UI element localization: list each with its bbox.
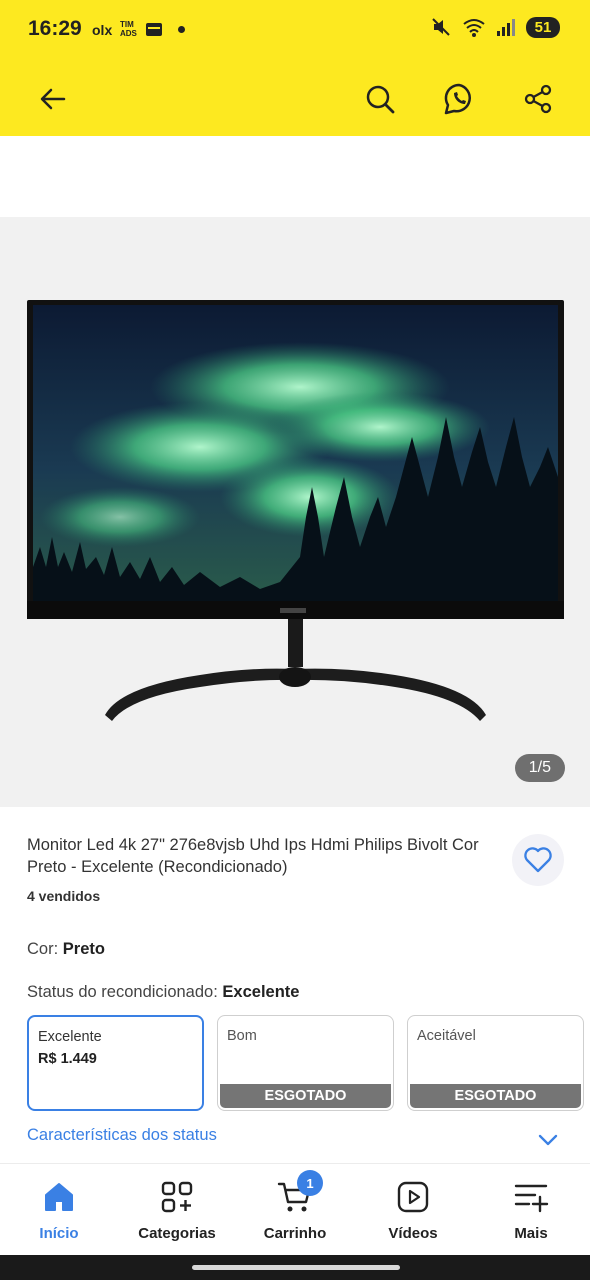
sold-out-badge: ESGOTADO bbox=[410, 1084, 581, 1108]
nav-label: Início bbox=[39, 1225, 79, 1242]
heart-icon bbox=[524, 847, 552, 873]
nav-label: Carrinho bbox=[263, 1225, 327, 1242]
option-bom[interactable]: Bom ESGOTADO bbox=[217, 1015, 394, 1111]
cart-count-badge: 1 bbox=[297, 1170, 323, 1196]
mute-icon bbox=[432, 18, 450, 36]
bottom-navigation: Início Categorias 1 Carrinho Vídeos Mais bbox=[0, 1163, 590, 1255]
option-price: R$ 1.449 bbox=[38, 1051, 97, 1067]
arrow-left-icon bbox=[40, 88, 66, 110]
image-counter: 1/5 bbox=[514, 754, 565, 782]
option-name: Bom bbox=[227, 1028, 257, 1044]
nav-item-inicio[interactable]: Início bbox=[0, 1164, 118, 1256]
battery-indicator: 51 bbox=[526, 16, 560, 38]
status-time: 16:29 bbox=[28, 17, 82, 40]
share-button[interactable] bbox=[516, 77, 560, 121]
monitor-product-image bbox=[27, 300, 564, 721]
wifi-icon bbox=[463, 19, 485, 37]
menu-plus-icon bbox=[514, 1184, 549, 1213]
more-notifications-dot bbox=[178, 26, 185, 33]
color-row: Cor: Preto bbox=[27, 940, 105, 959]
favorite-button[interactable] bbox=[512, 834, 564, 886]
video-icon bbox=[397, 1181, 429, 1213]
share-icon bbox=[524, 84, 552, 114]
home-icon bbox=[45, 1183, 73, 1211]
sold-out-badge: ESGOTADO bbox=[220, 1084, 391, 1108]
search-button[interactable] bbox=[358, 77, 402, 121]
status-characteristics-link[interactable]: Características dos status bbox=[27, 1126, 217, 1145]
option-name: Aceitável bbox=[417, 1028, 476, 1044]
color-label: Cor: bbox=[27, 940, 59, 958]
olx-notification-icon: olx bbox=[92, 22, 113, 38]
nav-item-videos[interactable]: Vídeos bbox=[354, 1164, 472, 1256]
signal-icon bbox=[497, 19, 515, 36]
color-value: Preto bbox=[62, 940, 105, 958]
home-gesture-handle[interactable] bbox=[192, 1265, 400, 1270]
chevron-down-icon[interactable] bbox=[536, 1130, 560, 1150]
carrier-notification-icon: TIM ADS bbox=[120, 20, 137, 38]
nav-label: Mais bbox=[514, 1225, 548, 1242]
product-image-gallery[interactable]: 1/5 bbox=[0, 217, 590, 807]
sold-count: 4 vendidos bbox=[27, 888, 101, 904]
wallet-notification-icon bbox=[146, 23, 162, 36]
refurb-status-value: Excelente bbox=[222, 983, 300, 1001]
nav-label: Vídeos bbox=[388, 1225, 438, 1242]
product-title: Monitor Led 4k 27" 276e8vjsb Uhd Ips Hdm… bbox=[27, 836, 479, 876]
back-button[interactable] bbox=[31, 77, 75, 121]
search-icon bbox=[366, 85, 395, 114]
option-aceitavel[interactable]: Aceitável ESGOTADO bbox=[407, 1015, 584, 1111]
whatsapp-icon bbox=[444, 83, 471, 115]
system-status-icons: 51 bbox=[430, 16, 560, 38]
option-excelente[interactable]: Excelente R$ 1.449 bbox=[27, 1015, 204, 1111]
option-name: Excelente bbox=[38, 1029, 102, 1045]
whatsapp-button[interactable] bbox=[437, 77, 481, 121]
refurb-status-label: Status do recondicionado: bbox=[27, 983, 218, 1001]
nav-item-carrinho[interactable]: 1 Carrinho bbox=[236, 1164, 354, 1256]
nav-label: Categorias bbox=[138, 1225, 216, 1242]
categories-icon bbox=[161, 1181, 193, 1213]
nav-item-categorias[interactable]: Categorias bbox=[118, 1164, 236, 1256]
system-navigation-bar bbox=[0, 1255, 590, 1280]
nav-item-mais[interactable]: Mais bbox=[472, 1164, 590, 1256]
app-bar bbox=[0, 62, 590, 136]
refurb-status-row: Status do recondicionado: Excelente bbox=[27, 983, 299, 1002]
status-bar: 16:29 olx TIM ADS 51 bbox=[0, 0, 590, 62]
